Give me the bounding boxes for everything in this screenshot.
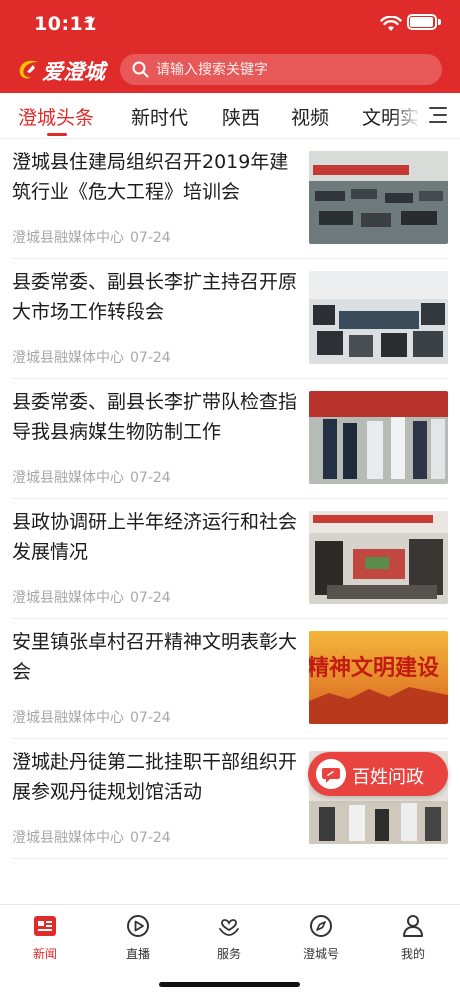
- search-input[interactable]: [156, 54, 426, 85]
- tabbar-label: 澄城号: [302, 947, 339, 961]
- news-source: 澄城县融媒体中心: [12, 710, 124, 726]
- news-item[interactable]: 县委常委、副县长李扩带队检查指导我县病媒生物防制工作 澄城县融媒体中心 07-24: [12, 379, 448, 499]
- news-item[interactable]: 县委常委、副县长李扩主持召开原大市场工作转段会 澄城县融媒体中心 07-24: [12, 259, 448, 379]
- news-thumbnail: [309, 511, 448, 604]
- news-date: 07-24: [130, 710, 171, 726]
- chat-bubble-icon: [316, 759, 346, 789]
- news-title: 澄城县住建局组织召开2019年建筑行业《危大工程》培训会: [12, 151, 289, 203]
- thumb-banner-text: 精神文明建设: [309, 655, 439, 681]
- tabbar-label: 服务: [216, 947, 241, 961]
- user-icon: [403, 915, 423, 937]
- news-date: 07-24: [130, 350, 171, 366]
- service-icon: [219, 919, 239, 936]
- tabbar-label: 新闻: [32, 947, 57, 961]
- wifi-icon: [380, 16, 402, 31]
- tab-shaanxi[interactable]: 陕西: [222, 103, 260, 130]
- news-meta: 澄城县融媒体中心 07-24: [12, 587, 171, 607]
- news-title: 县政协调研上半年经济运行和社会发展情况: [12, 511, 298, 563]
- news-meta: 澄城县融媒体中心 07-24: [12, 707, 171, 727]
- news-title: 澄城赴丹徒第二批挂职干部组织开展参观丹徒规划馆活动: [12, 751, 298, 803]
- search-icon: [132, 61, 149, 78]
- news-title: 县委常委、副县长李扩主持召开原大市场工作转段会: [12, 271, 298, 323]
- news-meta: 澄城县融媒体中心 07-24: [12, 347, 171, 367]
- tab-fade: [392, 93, 428, 138]
- news-source: 澄城县融媒体中心: [12, 350, 124, 366]
- news-thumbnail: [309, 271, 448, 364]
- news-meta: 澄城县融媒体中心 07-24: [12, 467, 171, 487]
- news-item[interactable]: 安里镇张卓村召开精神文明表彰大会 澄城县融媒体中心 07-24 精神文明建设: [12, 619, 448, 739]
- citizen-inquiry-button[interactable]: 百姓问政: [308, 752, 448, 796]
- battery-icon: [407, 14, 437, 30]
- news-thumbnail: [309, 391, 448, 484]
- home-indicator: [159, 982, 300, 987]
- app-header: 10:11 爱澄城: [0, 0, 460, 93]
- tabbar-label: 直播: [125, 947, 150, 961]
- location-arrow-icon: [83, 17, 95, 29]
- active-tab-indicator: [47, 133, 67, 136]
- menu-icon[interactable]: [426, 105, 448, 125]
- news-source: 澄城县融媒体中心: [12, 470, 124, 486]
- battery-tip: [438, 19, 441, 25]
- news-item[interactable]: 澄城县住建局组织召开2019年建筑行业《危大工程》培训会 澄城县融媒体中心 07-…: [12, 139, 448, 259]
- tab-new-era[interactable]: 新时代: [131, 103, 188, 130]
- play-icon: [127, 915, 149, 937]
- tabbar-chengcheng-account[interactable]: 澄城号: [281, 913, 361, 967]
- tab-video[interactable]: 视频: [291, 103, 329, 130]
- compass-icon: [310, 915, 332, 937]
- news-source: 澄城县融媒体中心: [12, 830, 124, 846]
- app-logo[interactable]: 爱澄城: [16, 54, 110, 84]
- news-thumbnail: 精神文明建设: [309, 631, 448, 724]
- news-date: 07-24: [130, 590, 171, 606]
- tab-chengcheng-headlines[interactable]: 澄城头条: [18, 103, 94, 130]
- news-title: 安里镇张卓村召开精神文明表彰大会: [12, 631, 298, 683]
- news-title: 县委常委、副县长李扩带队检查指导我县病媒生物防制工作: [12, 391, 298, 443]
- category-tabs: 澄城头条 新时代 陕西 视频 文明实: [0, 93, 460, 139]
- news-date: 07-24: [130, 230, 171, 246]
- tabbar-news[interactable]: 新闻: [5, 913, 85, 967]
- citizen-inquiry-label: 百姓问政: [352, 767, 424, 788]
- search-bar[interactable]: [120, 54, 442, 85]
- tabbar-label: 我的: [400, 947, 425, 961]
- status-bar: 10:11: [0, 0, 460, 46]
- tabbar-profile[interactable]: 我的: [373, 913, 453, 967]
- news-date: 07-24: [130, 470, 171, 486]
- news-date: 07-24: [130, 830, 171, 846]
- news-item[interactable]: 县政协调研上半年经济运行和社会发展情况 澄城县融媒体中心 07-24: [12, 499, 448, 619]
- news-source: 澄城县融媒体中心: [12, 230, 124, 246]
- news-icon: [34, 916, 56, 936]
- news-meta: 澄城县融媒体中心 07-24: [12, 827, 171, 847]
- logo-text: 爱澄城: [42, 59, 105, 84]
- tabbar-live[interactable]: 直播: [98, 913, 178, 967]
- news-thumbnail: [309, 151, 448, 244]
- tabbar-service[interactable]: 服务: [189, 913, 269, 967]
- news-meta: 澄城县融媒体中心 07-24: [12, 227, 171, 247]
- news-source: 澄城县融媒体中心: [12, 590, 124, 606]
- logo-mark-icon: [19, 60, 38, 79]
